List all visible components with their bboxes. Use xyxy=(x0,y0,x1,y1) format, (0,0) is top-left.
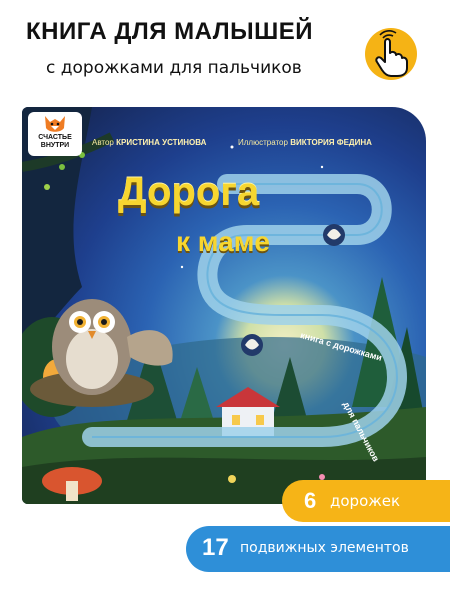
paths-count: 6 xyxy=(304,488,317,513)
pointing-finger-icon xyxy=(365,28,417,80)
illustrator-name: ВИКТОРИЯ ФЕДИНА xyxy=(290,138,372,147)
elements-badge: 17 подвижных элементов xyxy=(186,526,450,572)
header-title: КНИГА ДЛЯ МАЛЫШЕЙ xyxy=(26,18,314,45)
elements-label: подвижных элементов xyxy=(240,540,409,556)
header-subtitle: с дорожками для пальчиков xyxy=(46,58,302,78)
illustrator-credit: Иллюстратор ВИКТОРИЯ ФЕДИНА xyxy=(238,138,372,147)
book-title-line2: к маме xyxy=(176,226,270,257)
header: КНИГА ДЛЯ МАЛЫШЕЙ с дорожками для пальчи… xyxy=(0,0,450,100)
elements-count: 17 xyxy=(202,534,229,561)
author-name: КРИСТИНА УСТИНОВА xyxy=(116,138,207,147)
publisher-name: СЧАСТЬЕ ВНУТРИ xyxy=(38,134,72,149)
publisher-logo: СЧАСТЬЕ ВНУТРИ xyxy=(28,112,82,156)
author-label: Автор xyxy=(92,138,114,147)
paths-badge: 6 дорожек xyxy=(282,480,450,522)
illustrator-label: Иллюстратор xyxy=(238,138,288,147)
book-title: Дорога xyxy=(118,170,260,214)
fox-logo-icon xyxy=(45,116,65,132)
paths-label: дорожек xyxy=(330,492,401,510)
author-credit: Автор КРИСТИНА УСТИНОВА xyxy=(92,138,206,147)
